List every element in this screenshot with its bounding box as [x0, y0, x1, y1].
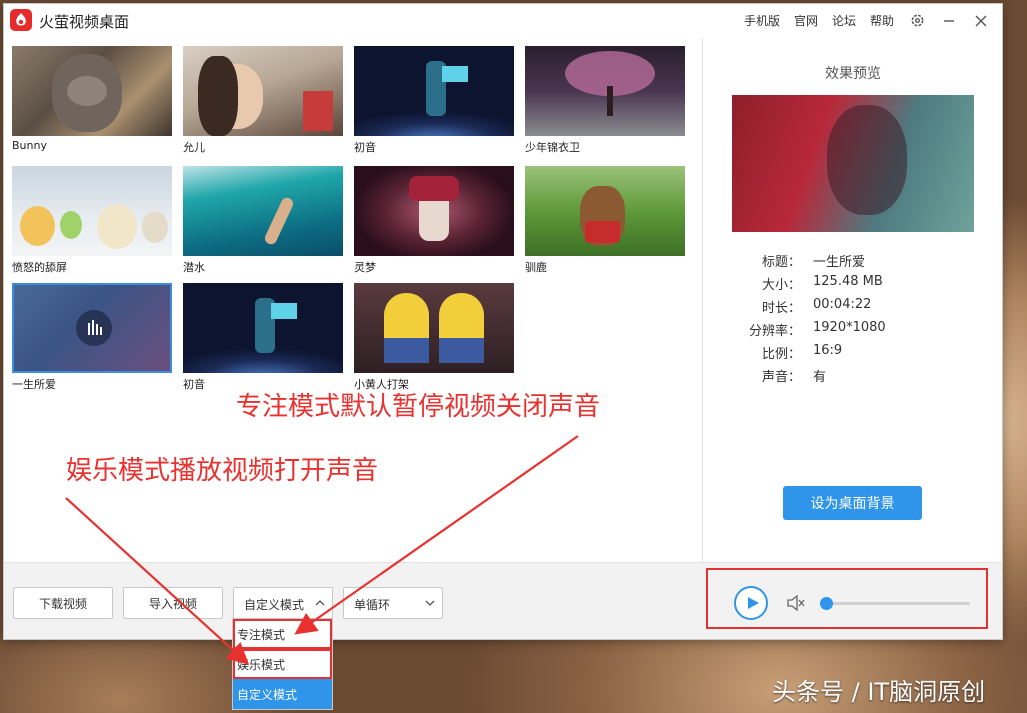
- info-key: 标题：: [761, 255, 801, 270]
- thumbnail-image: [12, 46, 172, 136]
- mobile-link[interactable]: 手机版: [744, 12, 780, 29]
- video-thumb-miku-2[interactable]: 初音: [183, 283, 343, 392]
- info-key: 分辨率：: [748, 324, 801, 339]
- thumbnail-label: 一生所爱: [12, 378, 56, 391]
- preview-image: [732, 95, 974, 232]
- playing-bars-icon: [76, 310, 112, 346]
- mode-select[interactable]: 自定义模式: [233, 587, 333, 619]
- mute-icon[interactable]: [786, 594, 806, 612]
- thumbnail-image: [183, 46, 343, 136]
- set-desktop-background-button[interactable]: 设为桌面背景: [783, 486, 922, 520]
- info-value: 有: [813, 370, 827, 385]
- thumbnail-label: 允儿: [183, 141, 205, 154]
- info-key: 时长：: [761, 301, 801, 316]
- loop-select-value: 单循环: [354, 598, 391, 612]
- video-thumb-yishengsuoai[interactable]: 一生所爱: [12, 283, 172, 392]
- thumbnail-image: [354, 283, 514, 373]
- mode-select-value: 自定义模式: [244, 598, 305, 612]
- mode-dropdown-menu: 专注模式 娱乐模式 自定义模式: [232, 618, 333, 710]
- thumbnail-image: [12, 283, 172, 373]
- title-bar: 火萤视频桌面 手机版 官网 论坛 帮助: [4, 4, 1002, 37]
- info-value: 125.48 MB: [813, 274, 883, 289]
- thumbnail-image: [525, 166, 685, 256]
- app-title: 火萤视频桌面: [39, 13, 130, 31]
- thumbnail-image: [12, 166, 172, 256]
- help-link[interactable]: 帮助: [870, 12, 894, 29]
- info-value: 00:04:22: [813, 297, 872, 312]
- title-links: 手机版 官网 论坛 帮助: [730, 4, 990, 37]
- import-video-button[interactable]: 导入视频: [123, 587, 223, 619]
- info-key: 比例：: [761, 347, 801, 362]
- annotation-focus-mode: 专注模式默认暂停视频关闭声音: [236, 392, 601, 422]
- thumbnail-image: [525, 46, 685, 136]
- video-thumb-yoona[interactable]: 允儿: [183, 46, 343, 155]
- volume-slider[interactable]: [820, 597, 970, 610]
- thumbnail-label: 潜水: [183, 261, 205, 274]
- video-thumb-bunny[interactable]: Bunny: [12, 46, 172, 152]
- mode-option-custom[interactable]: 自定义模式: [233, 679, 332, 709]
- video-thumb-jinyiwei[interactable]: 少年锦衣卫: [525, 46, 685, 155]
- video-thumb-miku[interactable]: 初音: [354, 46, 514, 155]
- forum-link[interactable]: 论坛: [832, 12, 856, 29]
- play-button[interactable]: [734, 586, 768, 620]
- mode-option-focus[interactable]: 专注模式: [233, 619, 332, 649]
- close-icon[interactable]: [972, 12, 990, 30]
- thumbnail-label: 愤怒的舔屏: [12, 261, 67, 274]
- annotation-entertainment-mode: 娱乐模式播放视频打开声音: [66, 456, 379, 486]
- info-row-sound: 声音： 有: [733, 366, 993, 386]
- thumbnail-image: [354, 166, 514, 256]
- bottom-toolbar: 下载视频 导入视频 自定义模式 单循环: [4, 562, 1002, 639]
- thumbnail-label: 少年锦衣卫: [525, 141, 580, 154]
- thumbnail-image: [183, 283, 343, 373]
- watermark: 头条号 / IT脑洞原创: [772, 678, 986, 706]
- info-value: 1920*1080: [813, 320, 886, 335]
- info-row-size: 大小： 125.48 MB: [733, 274, 993, 294]
- info-row-resolution: 分辨率： 1920*1080: [733, 320, 993, 340]
- info-row-duration: 时长： 00:04:22: [733, 297, 993, 317]
- player-controls: [706, 568, 988, 629]
- loop-select[interactable]: 单循环: [343, 587, 443, 619]
- thumbnail-image: [354, 46, 514, 136]
- info-key: 声音：: [761, 370, 801, 385]
- video-thumb-reindeer[interactable]: 驯鹿: [525, 166, 685, 275]
- video-thumb-diving[interactable]: 潜水: [183, 166, 343, 275]
- preview-panel: 效果预览 标题： 一生所爱 大小： 125.48 MB 时长： 00:04:22…: [702, 37, 1002, 562]
- gear-icon[interactable]: [908, 12, 926, 30]
- thumbnail-label: 初音: [354, 141, 376, 154]
- firefly-logo-icon: [10, 9, 32, 31]
- thumbnail-label: Bunny: [12, 139, 47, 152]
- minimize-icon[interactable]: [940, 12, 958, 30]
- info-row-title: 标题： 一生所爱: [733, 251, 993, 271]
- preview-heading: 效果预览: [825, 66, 881, 82]
- official-site-link[interactable]: 官网: [794, 12, 818, 29]
- video-thumb-reimu[interactable]: 灵梦: [354, 166, 514, 275]
- mode-option-entertainment[interactable]: 娱乐模式: [233, 649, 332, 679]
- info-row-ratio: 比例： 16:9: [733, 343, 993, 363]
- info-value: 一生所爱: [813, 255, 866, 270]
- video-thumb-minions[interactable]: 小黄人打架: [354, 283, 514, 392]
- thumbnail-image: [183, 166, 343, 256]
- info-value: 16:9: [813, 343, 843, 358]
- app-window: 火萤视频桌面 手机版 官网 论坛 帮助 Bunny 允儿 初音 少年锦衣卫 愤怒…: [3, 3, 1003, 640]
- video-thumb-angry-birds[interactable]: 愤怒的舔屏: [12, 166, 172, 275]
- thumbnail-label: 驯鹿: [525, 261, 547, 274]
- chevron-down-icon: [424, 597, 436, 609]
- download-video-button[interactable]: 下载视频: [13, 587, 113, 619]
- info-key: 大小：: [761, 278, 801, 293]
- thumbnail-label: 灵梦: [354, 261, 376, 274]
- volume-knob[interactable]: [820, 597, 833, 610]
- chevron-up-icon: [314, 597, 326, 609]
